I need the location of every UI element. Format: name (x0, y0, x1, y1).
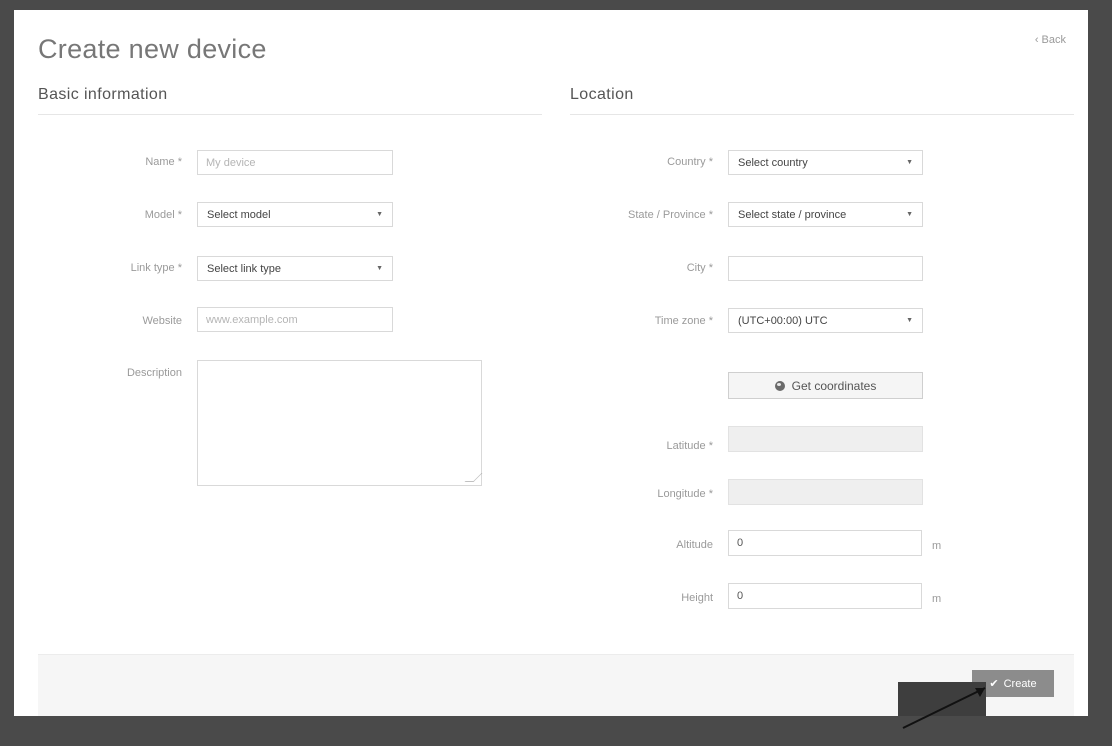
cursor-overlay-box (898, 682, 986, 716)
get-coordinates-label: Get coordinates (791, 378, 877, 393)
country-select[interactable]: Select country ▼ (728, 150, 923, 175)
model-select-value: Select model (207, 208, 271, 221)
state-select-value: Select state / province (738, 208, 847, 221)
altitude-unit: m (932, 540, 942, 552)
city-label: City * (686, 262, 713, 274)
state-select[interactable]: Select state / province ▼ (728, 202, 923, 227)
website-label: Website (142, 315, 182, 327)
section-title-location: Location (570, 86, 634, 103)
caret-down-icon: ▼ (906, 211, 913, 218)
section-divider-location (570, 114, 1074, 115)
link-type-select[interactable]: Select link type ▼ (197, 256, 393, 281)
check-icon: ✔ (989, 678, 999, 690)
model-select[interactable]: Select model ▼ (197, 202, 393, 227)
height-label: Height (681, 592, 713, 604)
section-divider-basic (38, 114, 542, 115)
longitude-input (728, 479, 923, 505)
time-zone-select-value: (UTC+00:00) UTC (738, 314, 828, 327)
caret-down-icon: ▼ (906, 317, 913, 324)
link-type-select-value: Select link type (207, 262, 281, 275)
back-label: Back (1041, 34, 1066, 46)
caret-down-icon: ▼ (376, 265, 383, 272)
longitude-label: Longitude * (657, 488, 713, 500)
create-device-panel: Create new device ‹ Back Basic informatio… (14, 10, 1088, 716)
get-coordinates-button[interactable]: Get coordinates (728, 372, 923, 399)
time-zone-select[interactable]: (UTC+00:00) UTC ▼ (728, 308, 923, 333)
country-label: Country * (667, 156, 713, 168)
name-input[interactable] (197, 150, 393, 175)
time-zone-label: Time zone * (654, 315, 713, 327)
description-label: Description (126, 367, 182, 379)
create-button-label: Create (1003, 677, 1037, 690)
page-title: Create new device (38, 34, 267, 64)
caret-down-icon: ▼ (906, 159, 913, 166)
caret-down-icon: ▼ (376, 211, 383, 218)
section-title-basic: Basic information (38, 86, 168, 103)
state-label: State / Province * (628, 209, 713, 221)
latitude-input (728, 426, 923, 452)
altitude-label: Altitude (676, 539, 713, 551)
latitude-label: Latitude * (666, 440, 713, 452)
link-type-label: Link type * (130, 262, 182, 274)
description-textarea[interactable] (197, 360, 482, 486)
city-input[interactable] (728, 256, 923, 281)
chevron-left-icon: ‹ (1034, 34, 1039, 46)
back-link[interactable]: ‹ Back (1035, 34, 1066, 46)
model-label: Model * (144, 209, 182, 221)
height-unit: m (932, 593, 942, 605)
country-select-value: Select country (738, 156, 808, 169)
website-input[interactable] (197, 307, 393, 332)
height-input[interactable] (728, 583, 922, 609)
altitude-input[interactable] (728, 530, 922, 556)
name-label: Name * (145, 156, 182, 168)
globe-icon (774, 380, 785, 391)
